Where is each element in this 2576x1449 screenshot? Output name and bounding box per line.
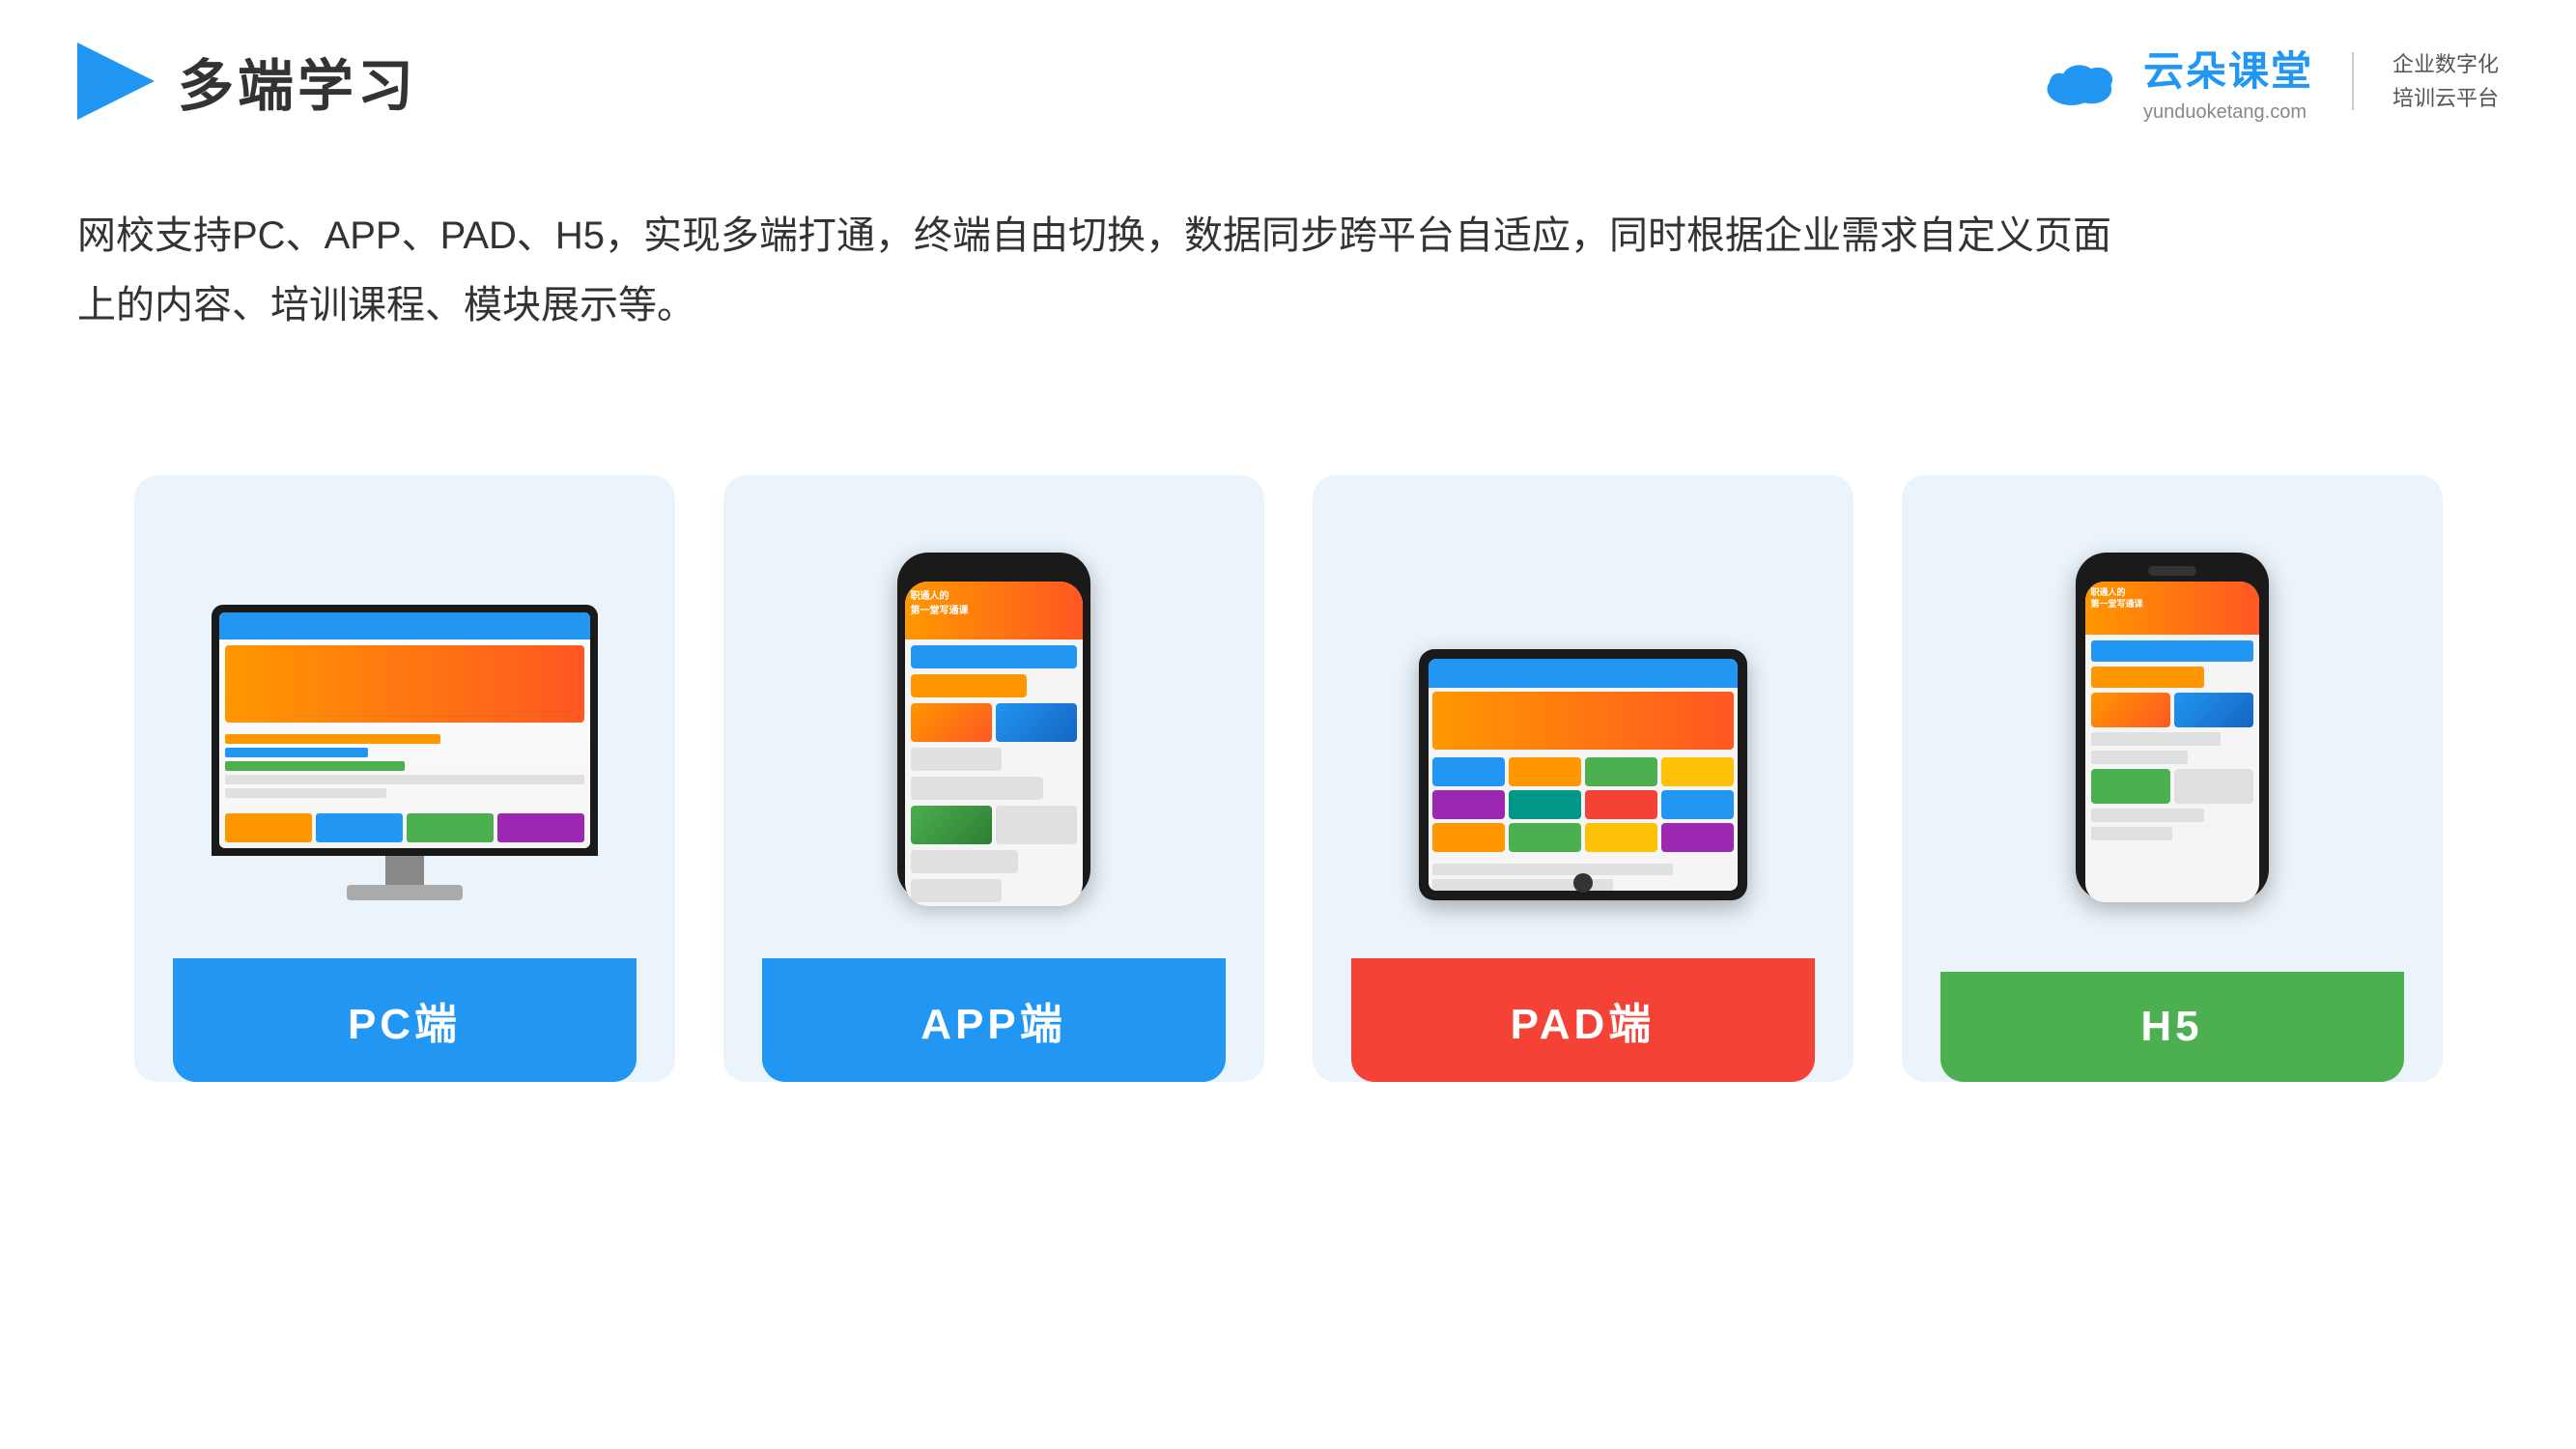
app-card: 职通人的第一堂写通课 (723, 475, 1264, 1082)
pc-label: PC端 (173, 958, 637, 1082)
app-device-image: 职通人的第一堂写通课 (762, 533, 1226, 900)
cards-section: PC端 职通人的第一堂写通课 (0, 398, 2576, 1140)
pc-device-image (173, 533, 637, 900)
logo-left: 多端学习 (77, 41, 417, 122)
play-icon (77, 43, 155, 120)
tablet-screen (1429, 659, 1738, 891)
description-section: 网校支持PC、APP、PAD、H5，实现多端打通，终端自由切换，数据同步跨平台自… (0, 162, 2576, 359)
pad-label: PAD端 (1351, 958, 1815, 1082)
monitor-base (347, 885, 463, 900)
app-phone-screen: 职通人的第一堂写通课 (905, 582, 1083, 906)
h5-card: 职通人的第一堂写通课 (1902, 475, 2443, 1082)
pc-card: PC端 (134, 475, 675, 1082)
tablet-home-button (1573, 873, 1593, 893)
header-title: 多端学习 (178, 41, 417, 122)
header: 多端学习 云朵课堂 yunduoketang.com 企业数字化 (0, 0, 2576, 162)
pc-monitor (212, 605, 598, 900)
logo-right: 云朵课堂 yunduoketang.com 企业数字化 培训云平台 (2035, 39, 2499, 124)
brand-url: yunduoketang.com (2143, 101, 2313, 124)
description-line2: 上的内容、培训课程、模块展示等。 (77, 270, 2499, 340)
app-label: APP端 (762, 958, 1226, 1082)
vertical-divider (2352, 52, 2354, 110)
brand-name: 云朵课堂 (2143, 39, 2313, 98)
slogan-line2: 培训云平台 (2392, 81, 2499, 115)
phone-top-banner: 职通人的第一堂写通课 (905, 582, 1083, 639)
h5-label: H5 (1940, 972, 2404, 1082)
description-line1: 网校支持PC、APP、PAD、H5，实现多端打通，终端自由切换，数据同步跨平台自… (77, 201, 2499, 270)
app-phone-frame: 职通人的第一堂写通课 (897, 553, 1090, 900)
tablet-frame (1419, 649, 1747, 900)
h5-phone-frame: 职通人的第一堂写通课 (2076, 553, 2269, 900)
h5-device-image: 职通人的第一堂写通课 (1940, 533, 2404, 900)
monitor-frame (212, 605, 598, 856)
slogan-line1: 企业数字化 (2392, 47, 2499, 81)
phone-notch (965, 564, 1023, 578)
h5-phone-screen: 职通人的第一堂写通课 (2085, 582, 2259, 902)
monitor-screen (219, 612, 590, 848)
brand-text-group: 云朵课堂 yunduoketang.com (2143, 39, 2313, 124)
monitor-neck (385, 856, 424, 885)
cloud-brand-icon (2035, 47, 2132, 115)
brand-slogan: 企业数字化 培训云平台 (2392, 47, 2499, 115)
cloud-logo: 云朵课堂 yunduoketang.com (2035, 39, 2313, 124)
pad-card: PAD端 (1313, 475, 1854, 1082)
pad-device-image (1351, 533, 1815, 900)
